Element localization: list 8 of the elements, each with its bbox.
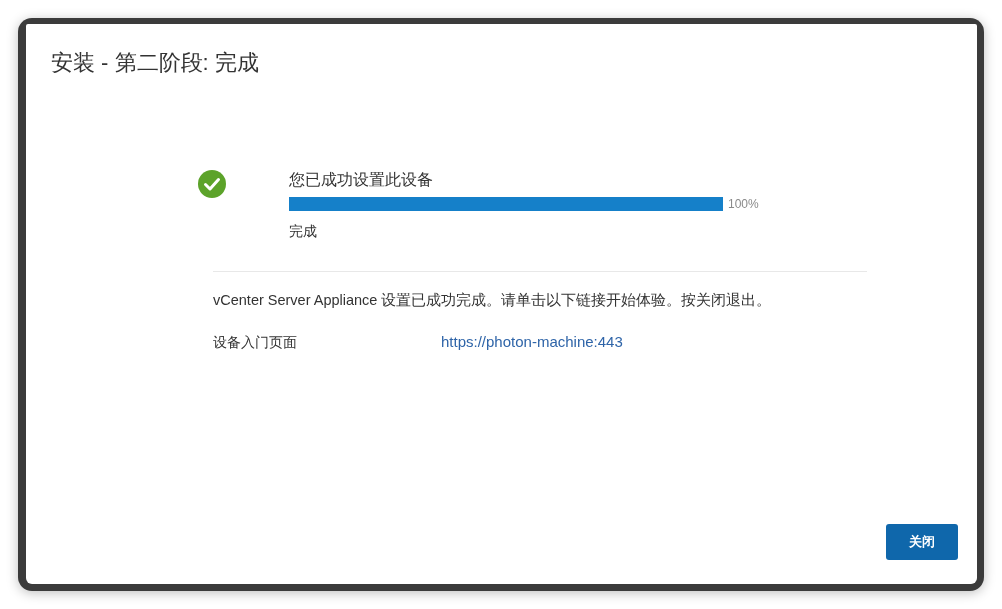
link-label: 设备入门页面 <box>213 333 298 352</box>
message-text: vCenter Server Appliance 设置已成功完成。请单击以下链接开始体验。按关闭退出。 <box>213 291 772 309</box>
dialog-title: 安装 - 第二阶段: 完成 <box>51 50 259 76</box>
portal-link[interactable]: https://photon-machine:443 <box>441 332 623 352</box>
status-text: 完成 <box>289 222 317 240</box>
status-heading: 您已成功设置此设备 <box>289 170 433 190</box>
progress-reading: 100% <box>728 197 759 211</box>
close-button[interactable]: 关闭 <box>886 524 958 560</box>
